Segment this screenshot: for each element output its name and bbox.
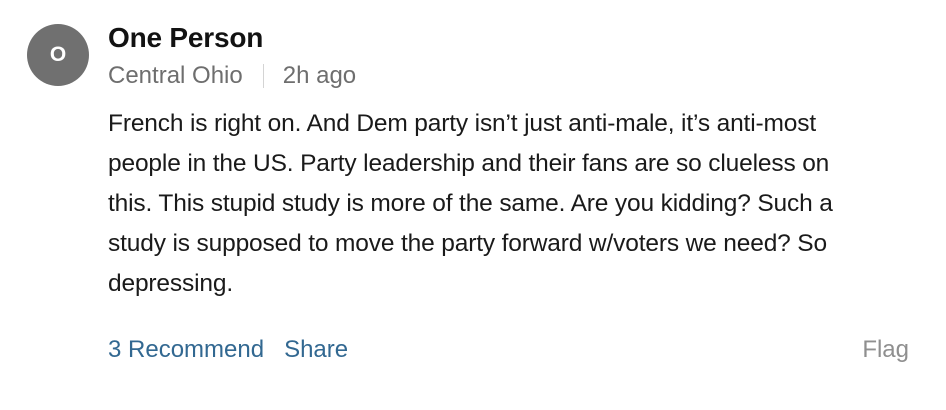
comment-body-line: people in the US. Party leadership and t… [108, 150, 830, 177]
comment-actions: 3 Recommend Share [108, 334, 348, 366]
comment-location: Central Ohio [108, 62, 243, 89]
comment-body-line: this. This stupid study is more of the s… [108, 190, 833, 217]
comment-body-line: study is supposed to move the party forw… [108, 230, 827, 257]
comment-author[interactable]: One Person [108, 20, 263, 56]
comment-body-line: French is right on. And Dem party isn’t … [108, 110, 816, 137]
comment-body-line: depressing. [108, 270, 234, 297]
share-button[interactable]: Share [284, 336, 348, 363]
avatar[interactable]: O [27, 24, 89, 86]
comment-body: French is right on. And Dem party isn’t … [108, 104, 918, 304]
comment-timestamp: 2h ago [282, 62, 357, 89]
comment-card: O One Person Central Ohio 2h ago French … [0, 0, 946, 410]
avatar-initial: O [49, 43, 67, 66]
recommend-button[interactable]: 3 Recommend [108, 336, 264, 363]
comment-meta: Central Ohio 2h ago [108, 60, 356, 92]
flag-button[interactable]: Flag [862, 334, 909, 366]
meta-divider [262, 64, 264, 88]
